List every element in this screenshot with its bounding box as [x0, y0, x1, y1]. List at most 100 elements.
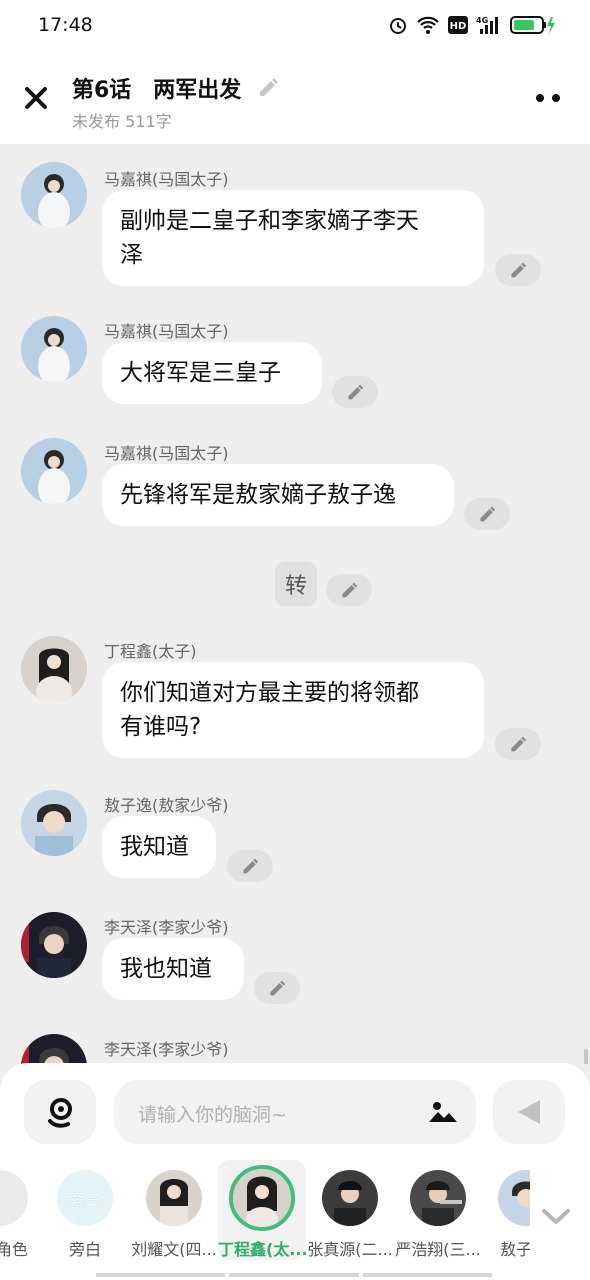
edit-message-button[interactable] [326, 574, 372, 606]
narrator-avatar-text: 旁白 [57, 1170, 113, 1226]
close-icon [25, 87, 47, 109]
edit-message-button[interactable] [227, 850, 273, 882]
message-bubble[interactable]: 先锋将军是敖家嫡子敖子逸 [102, 464, 454, 526]
svg-text:4G: 4G [476, 16, 488, 25]
speaker-name: 马嘉祺(马国太子) [104, 170, 229, 189]
edit-message-button[interactable] [464, 498, 510, 530]
speaker-name: 马嘉祺(马国太子) [104, 444, 229, 463]
edit-title-button[interactable] [255, 74, 281, 100]
role-label: 张真源(二... [307, 1240, 393, 1259]
more-icon-dot [552, 94, 560, 102]
close-button[interactable] [18, 80, 54, 116]
message-bubble[interactable]: 副帅是二皇子和李家嫡子李天 泽 [102, 190, 484, 286]
pencil-icon [270, 980, 286, 996]
pencil-icon [511, 736, 527, 752]
pencil-icon [480, 506, 496, 522]
avatar[interactable] [21, 790, 87, 856]
pencil-icon [342, 582, 358, 598]
status-bar: 17:48 HD 4G [0, 0, 590, 52]
wifi-icon [416, 14, 440, 36]
message-bubble[interactable]: 我也知道 [102, 938, 244, 1000]
role-avatar [322, 1170, 378, 1226]
edit-message-button[interactable] [254, 972, 300, 1004]
avatar[interactable] [21, 636, 87, 702]
role-item[interactable]: 角色 [0, 1160, 44, 1260]
message-bubble[interactable]: 我知道 [102, 816, 216, 878]
pencil-icon [260, 78, 278, 96]
role-item[interactable]: 刘耀文(四... [130, 1160, 218, 1260]
status-icons: HD 4G [388, 14, 556, 36]
role-label: 刘耀文(四... [131, 1240, 217, 1259]
message-bubble[interactable]: 大将军是三皇子 [102, 342, 322, 404]
hd-icon: HD [448, 14, 468, 36]
narration-bubble[interactable]: 转 [275, 562, 317, 606]
speaker-name: 敖子逸(敖家少爷) [104, 796, 229, 815]
composer-panel: 请输入你的脑洞~ 角色 旁白 旁白 刘耀文(四... 丁程鑫(太... 张真源(… [0, 1063, 590, 1280]
chevron-down-icon [542, 1209, 570, 1224]
message-line: 我也知道 [120, 956, 212, 982]
status-time: 17:48 [38, 14, 93, 36]
role-avatar [229, 1165, 295, 1231]
message-line: 副帅是二皇子和李家嫡子李天 [120, 208, 419, 234]
chapter-status: 未发布 511字 [72, 112, 172, 131]
role-avatar: 旁白 [57, 1170, 113, 1226]
home-indicator [96, 1273, 492, 1277]
message-bubble[interactable]: 你们知道对方最主要的将领都 有谁吗? [102, 662, 484, 758]
signal-icon: 4G [476, 14, 502, 36]
send-button[interactable] [493, 1080, 565, 1144]
insert-image-button[interactable] [428, 1098, 458, 1126]
image-icon [429, 1102, 457, 1122]
role-selector[interactable]: 角色 旁白 旁白 刘耀文(四... 丁程鑫(太... 张真源(二... 严浩翔(… [0, 1160, 530, 1262]
chat-area[interactable]: 马嘉祺(马国太子) 副帅是二皇子和李家嫡子李天 泽 马嘉祺(马国太子) 大将军是… [0, 144, 590, 1064]
role-avatar [146, 1170, 202, 1226]
expand-roles-button[interactable] [538, 1203, 574, 1231]
role-avatar [498, 1170, 530, 1226]
speaker-name: 马嘉祺(马国太子) [104, 322, 229, 341]
avatar[interactable] [21, 162, 87, 228]
pencil-icon [511, 262, 527, 278]
speaker-name: 李天泽(李家少爷) [104, 1040, 229, 1059]
message-line: 泽 [120, 242, 143, 268]
avatar[interactable] [21, 912, 87, 978]
svg-text:HD: HD [450, 21, 467, 32]
role-item[interactable]: 旁白 旁白 [41, 1160, 129, 1260]
role-label: 严浩翔(三... [395, 1240, 481, 1259]
scrollbar[interactable] [584, 1049, 588, 1064]
more-icon-dot [536, 94, 544, 102]
avatar[interactable] [21, 316, 87, 382]
message-input[interactable]: 请输入你的脑洞~ [114, 1080, 476, 1144]
voice-icon [48, 1098, 72, 1128]
role-avatar [0, 1170, 28, 1226]
alarm-icon [388, 14, 408, 36]
pencil-icon [348, 384, 364, 400]
message-line: 我知道 [120, 834, 189, 860]
role-item[interactable]: 严浩翔(三... [394, 1160, 482, 1260]
role-avatar [410, 1170, 466, 1226]
role-label: 丁程鑫(太... [218, 1240, 306, 1259]
pencil-icon [243, 858, 259, 874]
role-label: 敖子逸 [500, 1240, 530, 1259]
message-line: 大将军是三皇子 [120, 360, 281, 386]
speaker-name: 丁程鑫(太子) [104, 642, 197, 661]
input-placeholder: 请输入你的脑洞~ [138, 1104, 287, 1126]
header: 第6话 两军出发 未发布 511字 [0, 52, 590, 144]
role-item[interactable]: 敖子逸 [482, 1160, 530, 1260]
role-item-selected[interactable]: 丁程鑫(太... [218, 1160, 306, 1260]
message-line: 先锋将军是敖家嫡子敖子逸 [120, 482, 396, 508]
voice-button[interactable] [24, 1080, 96, 1144]
role-label: 旁白 [68, 1240, 101, 1259]
avatar[interactable] [21, 1034, 87, 1064]
send-icon [518, 1100, 540, 1124]
battery-icon [510, 14, 556, 36]
role-label: 角色 [0, 1240, 28, 1259]
speaker-name: 李天泽(李家少爷) [104, 918, 229, 937]
chapter-title: 第6话 两军出发 [72, 78, 242, 103]
edit-message-button[interactable] [332, 376, 378, 408]
avatar[interactable] [21, 438, 87, 504]
message-line: 有谁吗? [120, 714, 202, 740]
message-line: 你们知道对方最主要的将领都 [120, 680, 419, 706]
edit-message-button[interactable] [495, 728, 541, 760]
role-item[interactable]: 张真源(二... [306, 1160, 394, 1260]
more-button[interactable] [528, 86, 568, 110]
edit-message-button[interactable] [495, 254, 541, 286]
